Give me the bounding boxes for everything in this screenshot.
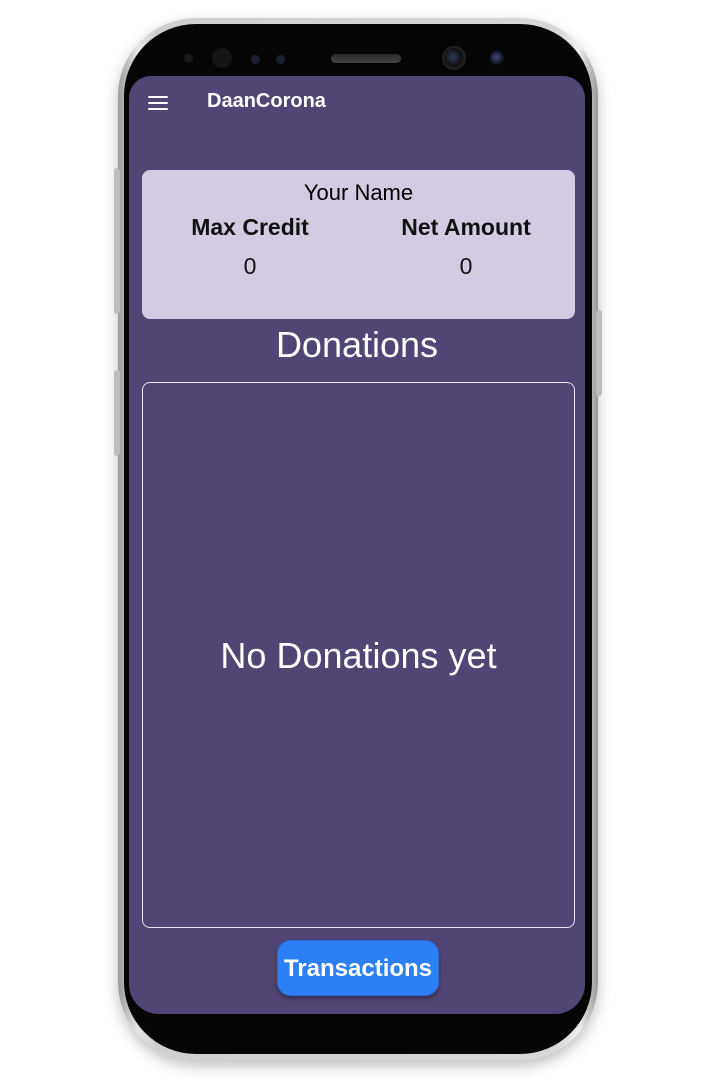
max-credit-label: Max Credit [191,214,309,240]
hamburger-menu-icon[interactable] [148,96,168,110]
donations-title: Donations [275,324,439,365]
app-screen: DaanCorona Your Name Max Credit 0 Net Am… [129,76,585,1014]
net-amount-stat: Net Amount 0 [366,214,566,280]
proximity-sensor [212,48,232,68]
empty-state-message: No Donations yet [220,635,497,676]
app-bar: DaanCorona [129,76,585,132]
iris-camera [490,51,504,65]
max-credit-stat: Max Credit 0 [150,214,350,280]
front-camera [442,46,466,70]
phone-bixby-button [114,370,120,456]
iris-sensor [251,55,260,64]
net-amount-label: Net Amount [401,214,531,240]
profile-card: Your Name Max Credit 0 Net Amount 0 [142,170,575,319]
sensor-dot [184,54,193,63]
phone-volume-button [114,168,120,314]
user-name: Your Name [303,180,414,205]
iris-sensor [276,55,285,64]
phone-power-button [596,310,602,396]
net-amount-value: 0 [459,253,473,279]
transactions-button[interactable]: Transactions [277,940,439,996]
earpiece-speaker [331,54,401,63]
max-credit-value: 0 [243,253,257,279]
donations-list[interactable]: No Donations yet [142,382,575,928]
app-title: DaanCorona [207,90,326,112]
